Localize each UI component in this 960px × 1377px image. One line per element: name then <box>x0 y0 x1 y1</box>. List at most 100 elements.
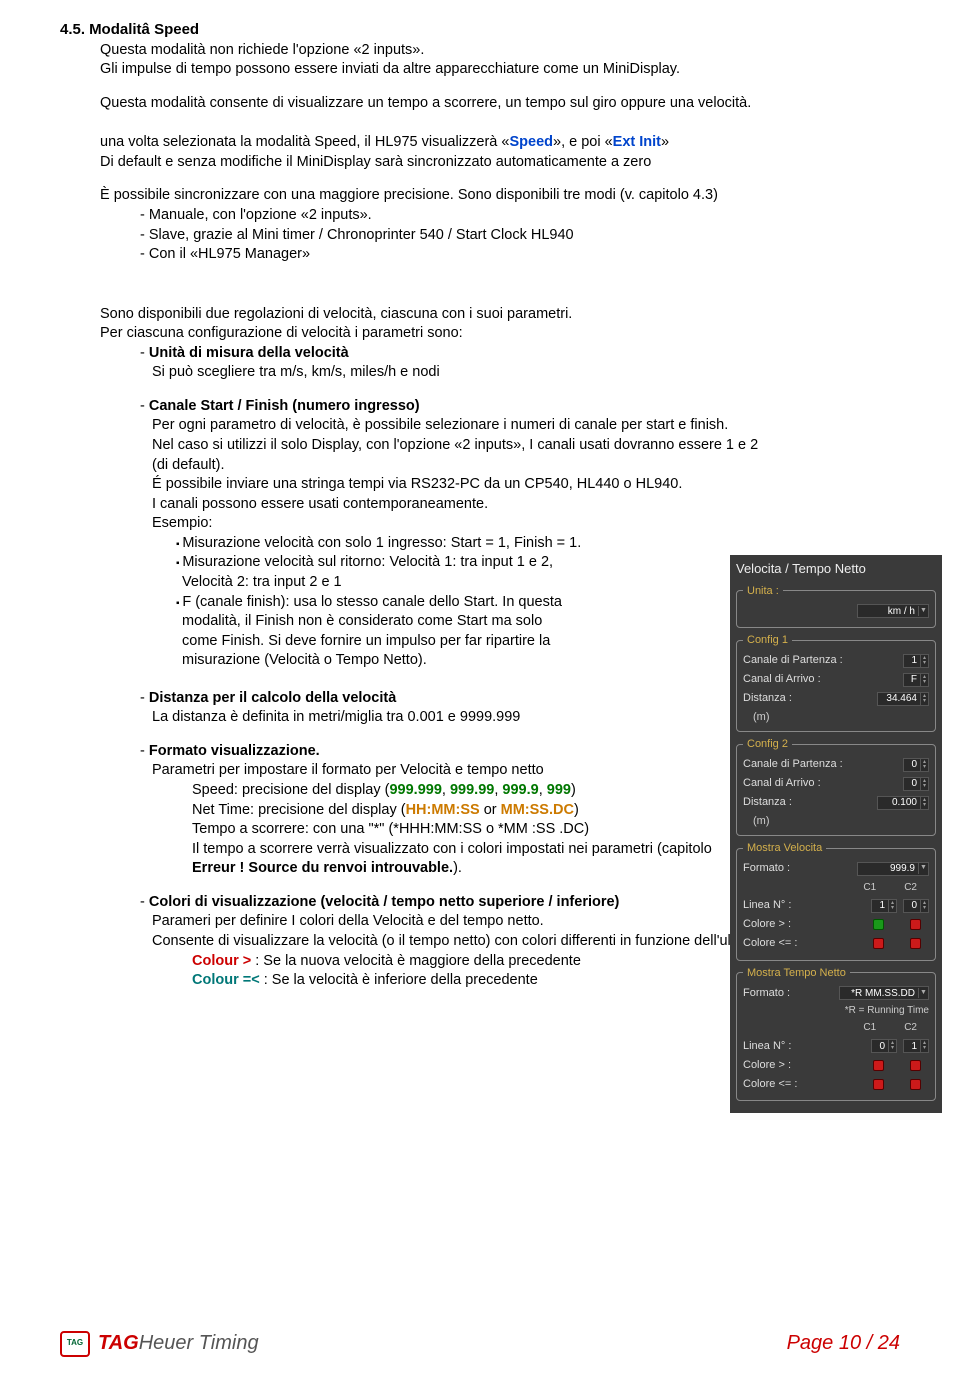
net-formato-dropdown[interactable]: *R MM.SS.DD▼ <box>839 986 929 1000</box>
vel-linea-c1[interactable]: 1 <box>871 899 897 913</box>
net-linea-c1[interactable]: 0 <box>871 1039 897 1053</box>
panel-title: Velocita / Tempo Netto <box>736 559 936 579</box>
vel-gt-c1-color[interactable] <box>873 919 884 930</box>
text: F (canale finish): usa lo stesso canale … <box>182 594 562 610</box>
v99999: 999.99 <box>450 782 494 798</box>
spinner-arrows-icon <box>920 1040 928 1052</box>
spinner-arrows-icon <box>920 655 928 667</box>
section-header: 4.5. Modalitâ Speed <box>60 20 900 41</box>
running-time-note: *R = Running Time <box>743 1003 929 1018</box>
text: Per ogni parametro di velocità, è possib… <box>152 416 770 436</box>
spinner-arrows-icon <box>920 674 928 686</box>
col-header: C2 <box>904 880 917 895</box>
page-footer: TAG TAGHeuer Timing Page 10 / 24 <box>60 1330 900 1357</box>
c2-partenza-spinner[interactable]: 0 <box>903 758 929 772</box>
text: una volta selezionata la modalità Speed,… <box>100 134 509 150</box>
list-item: Misurazione velocità sul ritorno: Veloci… <box>176 553 770 592</box>
c1-partenza-spinner[interactable]: 1 <box>903 654 929 668</box>
settings-panel: Velocita / Tempo Netto Unita : km / h▼ C… <box>730 555 942 1113</box>
config2-legend: Config 2 <box>743 736 792 753</box>
params-intro: Sono disponibili due regolazioni di velo… <box>100 305 770 383</box>
sync-block: È possibile sincronizzare con una maggio… <box>100 186 900 264</box>
vel-le-c1-color[interactable] <box>873 938 884 949</box>
text: Gli impulse di tempo possono essere invi… <box>100 60 900 80</box>
unita-legend: Unita : <box>743 583 783 600</box>
text: Per ciascuna configurazione di velocità … <box>100 324 770 344</box>
config1-group: Config 1 Canale di Partenza :1 Canal di … <box>736 632 936 732</box>
spinner-arrows-icon <box>920 778 928 790</box>
footer-heuer: Heuer Timing <box>139 1332 259 1354</box>
v9999: 999.9 <box>502 782 538 798</box>
spinner-arrows-icon <box>920 797 928 809</box>
vel-linea-c2[interactable]: 0 <box>903 899 929 913</box>
c1-distanza-spinner[interactable]: 34.464 <box>877 692 929 706</box>
net-le-c2-color[interactable] <box>910 1079 921 1090</box>
text: È possibile sincronizzare con una maggio… <box>100 186 900 206</box>
unita-group: Unita : km / h▼ <box>736 583 936 629</box>
label: Canal di Arrivo : <box>743 671 903 688</box>
param-distance-block: Distanza per il calcolo della velocità L… <box>100 689 770 728</box>
param-channel: Canale Start / Finish (numero ingresso) … <box>140 397 770 671</box>
speed-init-block: una volta selezionata la modalità Speed,… <box>100 133 900 172</box>
label: Linea N° : <box>743 897 871 914</box>
unit-m: (m) <box>743 813 929 830</box>
text: », e poi « <box>553 134 613 150</box>
text: Questa modalità non richiede l'opzione «… <box>100 41 900 61</box>
mmssdc: MM:SS.DC <box>501 802 574 818</box>
label: Canale di Partenza : <box>743 756 903 773</box>
intro-block: Questa modalità non richiede l'opzione «… <box>100 41 900 80</box>
list-item: Con il «HL975 Manager» <box>140 245 900 265</box>
param-channel-block: Canale Start / Finish (numero ingresso) … <box>100 397 770 671</box>
text: misurazione (Velocità o Tempo Netto). <box>182 651 770 671</box>
spinner-arrows-icon <box>888 1040 896 1052</box>
label: Formato : <box>743 860 857 877</box>
net-gt-c2-color[interactable] <box>910 1060 921 1071</box>
c2-distanza-spinner[interactable]: 0.100 <box>877 796 929 810</box>
text: Sono disponibili due regolazioni di velo… <box>100 305 770 325</box>
param-list: Unità di misura della velocità Si può sc… <box>140 344 770 383</box>
net-gt-c1-color[interactable] <box>873 1060 884 1071</box>
text: Nel caso si utilizzi il solo Display, co… <box>152 436 770 475</box>
c1-arrivo-spinner[interactable]: F <box>903 673 929 687</box>
label: Linea N° : <box>743 1038 871 1055</box>
vel-gt-c2-color[interactable] <box>910 919 921 930</box>
list-item: Manuale, con l'opzione «2 inputs». <box>140 206 900 226</box>
label: Canale di Partenza : <box>743 652 903 669</box>
net-le-c1-color[interactable] <box>873 1079 884 1090</box>
label: Formato : <box>743 985 839 1002</box>
spinner-arrows-icon <box>888 900 896 912</box>
text: La distanza è definita in metri/miglia t… <box>152 708 770 728</box>
text: Questa modalità consente di visualizzare… <box>100 94 900 114</box>
label: Distanza : <box>743 794 877 811</box>
param-title: Canale Start / Finish (numero ingresso) <box>149 398 420 414</box>
text: » <box>661 134 669 150</box>
hl-extinit: Ext Init <box>613 134 661 150</box>
config1-legend: Config 1 <box>743 632 792 649</box>
col-header: C1 <box>863 880 876 895</box>
text: Si può scegliere tra m/s, km/s, miles/h … <box>152 363 770 383</box>
unita-dropdown[interactable]: km / h▼ <box>857 604 929 618</box>
tagheuer-logo-icon: TAG <box>60 1331 90 1357</box>
label: Colore <= : <box>743 1076 873 1093</box>
list-item: Misurazione velocità con solo 1 ingresso… <box>176 534 770 554</box>
section-title: Modalitâ Speed <box>89 21 199 38</box>
param-title: Distanza per il calcolo della velocità <box>149 690 396 706</box>
footer-tag: TAG <box>98 1332 139 1354</box>
spinner-arrows-icon <box>920 900 928 912</box>
net-linea-c2[interactable]: 1 <box>903 1039 929 1053</box>
unit-m: (m) <box>743 709 929 726</box>
text: Misurazione velocità sul ritorno: Veloci… <box>182 554 553 570</box>
mostra-velocita-group: Mostra Velocita Formato :999.9▼ C1C2 Lin… <box>736 840 936 961</box>
section-number: 4.5. <box>60 21 85 38</box>
c2-arrivo-spinner[interactable]: 0 <box>903 777 929 791</box>
col-header: C1 <box>863 1020 876 1035</box>
formato-dropdown[interactable]: 999.9▼ <box>857 862 929 876</box>
param-title: Unità di misura della velocità <box>149 345 349 361</box>
label: Colore > : <box>743 916 873 933</box>
text: Speed: precisione del display ( <box>192 782 389 798</box>
list-item: Slave, grazie al Mini timer / Chronoprin… <box>140 226 900 246</box>
page-number: Page 10 / 24 <box>787 1330 900 1357</box>
text: Esempio: <box>152 514 770 534</box>
text: come Finish. Si deve fornire un impulso … <box>182 632 770 652</box>
vel-le-c2-color[interactable] <box>910 938 921 949</box>
